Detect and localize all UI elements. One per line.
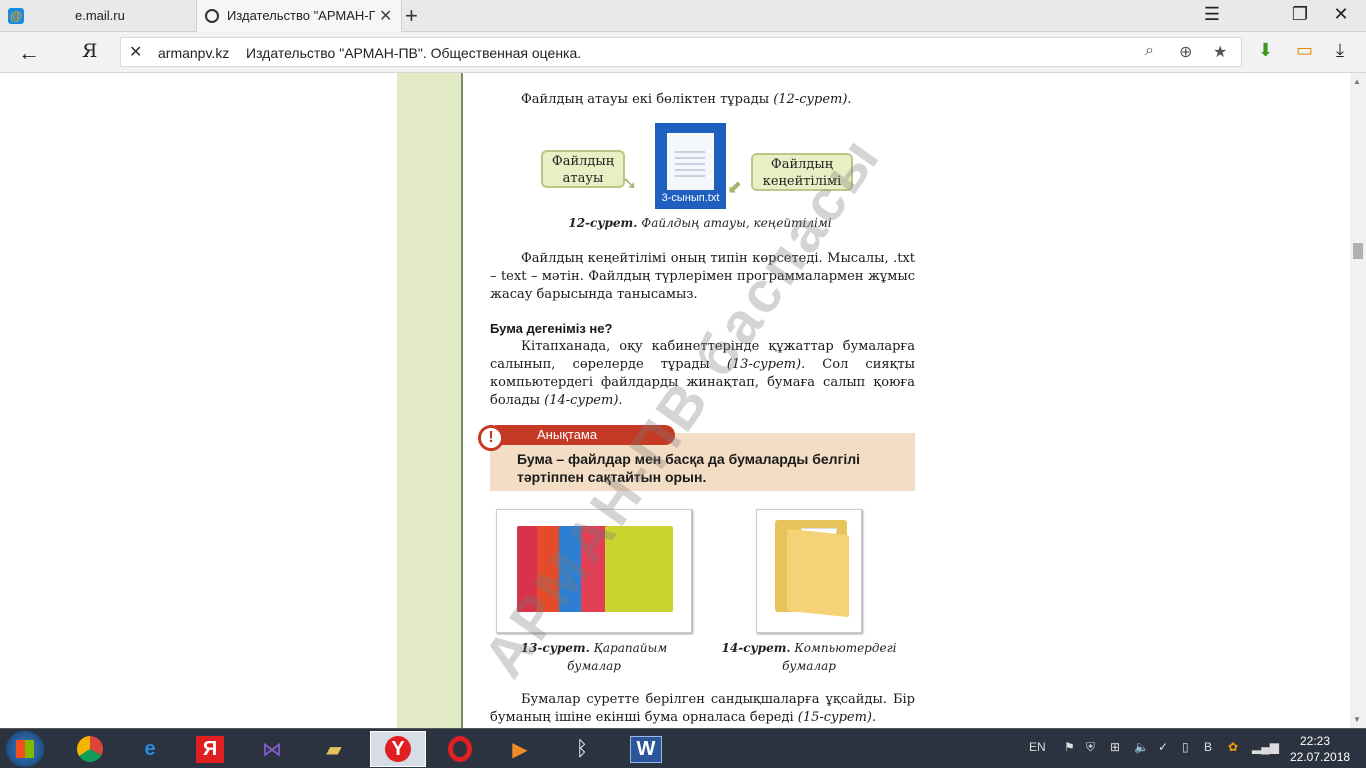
loading-ring-icon xyxy=(205,9,219,23)
menu-icon[interactable]: ☰ xyxy=(1199,4,1225,25)
figure-14-caption: 14-сурет. Компьютердегі бумалар xyxy=(721,641,897,673)
vertical-scrollbar[interactable]: ▲ ▼ xyxy=(1350,73,1366,728)
downloads-icon[interactable]: ⤓ xyxy=(1336,40,1344,61)
yandex-icon[interactable]: Я xyxy=(182,731,238,767)
chrome-icon[interactable] xyxy=(62,731,118,767)
start-button[interactable] xyxy=(6,731,44,767)
tab-email[interactable]: @ e.mail.ru xyxy=(0,0,196,32)
close-tab-icon[interactable]: ✕ xyxy=(379,6,392,26)
definition-text: Бума – файлдар мен басқа да бумаларды бе… xyxy=(517,451,861,485)
tab-bar: @ e.mail.ru Издательство "АРМАН-ПВ" ✕ + … xyxy=(0,0,1366,32)
tab-title: e.mail.ru xyxy=(75,8,125,23)
ie-icon[interactable]: e xyxy=(122,731,178,767)
back-button[interactable]: ← xyxy=(18,40,40,66)
arrow-right-icon: ➘ xyxy=(622,173,638,193)
language-indicator[interactable]: EN xyxy=(1029,740,1046,754)
yandex-home-button[interactable]: Я xyxy=(82,40,97,62)
document-icon xyxy=(667,133,714,190)
download-arrow-icon[interactable]: ⬇ xyxy=(1258,40,1273,61)
scroll-down-icon[interactable]: ▼ xyxy=(1353,715,1361,724)
url-field[interactable]: ✕ armanpv.kz Издательство "АРМАН-ПВ". Об… xyxy=(120,37,1242,67)
volume-icon[interactable]: 🔈 xyxy=(1134,740,1149,754)
paragraph-extension: Файлдың кеңейтілімі оның типін көрсетеді… xyxy=(490,251,915,302)
stop-loading-icon[interactable]: ✕ xyxy=(129,42,142,62)
search-icon[interactable]: ⌕ xyxy=(1145,42,1154,60)
page-content: Файлдың атауы екі бөліктен тұрады (12-су… xyxy=(0,73,1350,728)
scrollbar-thumb[interactable] xyxy=(1353,243,1363,259)
bubble-file-name: Файлдың атауы xyxy=(541,150,625,188)
flag-icon[interactable]: ⚑ xyxy=(1064,740,1075,754)
network-status-icon[interactable]: ✓ xyxy=(1158,740,1168,754)
network-icon[interactable]: ⊞ xyxy=(1110,740,1120,754)
txt-file-icon: 3-сынып.txt xyxy=(655,123,726,209)
folder-icon xyxy=(787,528,849,618)
url-page-title: Издательство "АРМАН-ПВ". Общественная оц… xyxy=(246,45,582,61)
section-heading: Бума дегеніміз не? xyxy=(490,321,613,336)
intro-text: Файлдың атауы екі бөліктен тұрады (12-су… xyxy=(521,92,852,107)
windows-logo-icon xyxy=(16,740,34,758)
security-icon[interactable]: ⛨ xyxy=(1086,740,1095,755)
mail-ru-icon: @ xyxy=(8,8,24,24)
protect-icon[interactable]: ⊕ xyxy=(1179,42,1192,62)
address-bar: ← Я ✕ armanpv.kz Издательство "АРМАН-ПВ"… xyxy=(0,32,1366,73)
visual-studio-icon[interactable]: ⋈ xyxy=(244,731,300,767)
scroll-up-icon[interactable]: ▲ xyxy=(1353,77,1361,86)
video-icon[interactable]: ▶ xyxy=(492,731,548,767)
vk-icon[interactable]: В xyxy=(1204,740,1212,754)
system-clock[interactable]: 22:23 22.07.2018 xyxy=(1290,733,1351,765)
opera-icon[interactable] xyxy=(432,731,488,767)
clock-time: 22:23 xyxy=(1299,734,1331,748)
arrow-left-icon: ⬋ xyxy=(727,177,743,197)
explorer-icon[interactable]: ▰ xyxy=(306,731,362,767)
battery-saver-icon[interactable]: ▭ xyxy=(1296,40,1313,61)
paragraph-nested: Бумалар суретте берілген сандықшаларға ұ… xyxy=(490,692,915,725)
clock-date: 22.07.2018 xyxy=(1290,750,1351,764)
new-tab-button[interactable]: + xyxy=(405,3,418,29)
restore-window-button[interactable]: ❐ xyxy=(1287,4,1313,25)
tab-arman[interactable]: Издательство "АРМАН-ПВ" ✕ xyxy=(196,0,402,32)
exclamation-icon: ! xyxy=(478,425,504,451)
url-domain: armanpv.kz xyxy=(158,45,230,61)
yandex-disk-icon[interactable]: ✿ xyxy=(1228,740,1238,754)
bluetooth-icon[interactable]: ᛒ xyxy=(554,731,610,767)
battery-icon[interactable]: ▯ xyxy=(1182,740,1189,754)
close-window-button[interactable]: ✕ xyxy=(1328,4,1354,25)
windows-taskbar: e Я ⋈ ▰ Y ▶ ᛒ W EN ⚑ ⛨ ⊞ 🔈 ✓ ▯ В ✿ ▂▄▆ 2… xyxy=(0,728,1366,768)
word-icon[interactable]: W xyxy=(618,731,674,767)
tab-title: Издательство "АРМАН-ПВ" xyxy=(227,8,375,23)
bookmark-star-icon[interactable]: ★ xyxy=(1213,42,1227,62)
yandex-browser-icon[interactable]: Y xyxy=(370,731,426,767)
page-margin-strip xyxy=(397,73,463,728)
signal-icon[interactable]: ▂▄▆ xyxy=(1252,740,1279,754)
folder-image xyxy=(756,509,862,633)
file-name-label: 3-сынып.txt xyxy=(661,192,720,204)
